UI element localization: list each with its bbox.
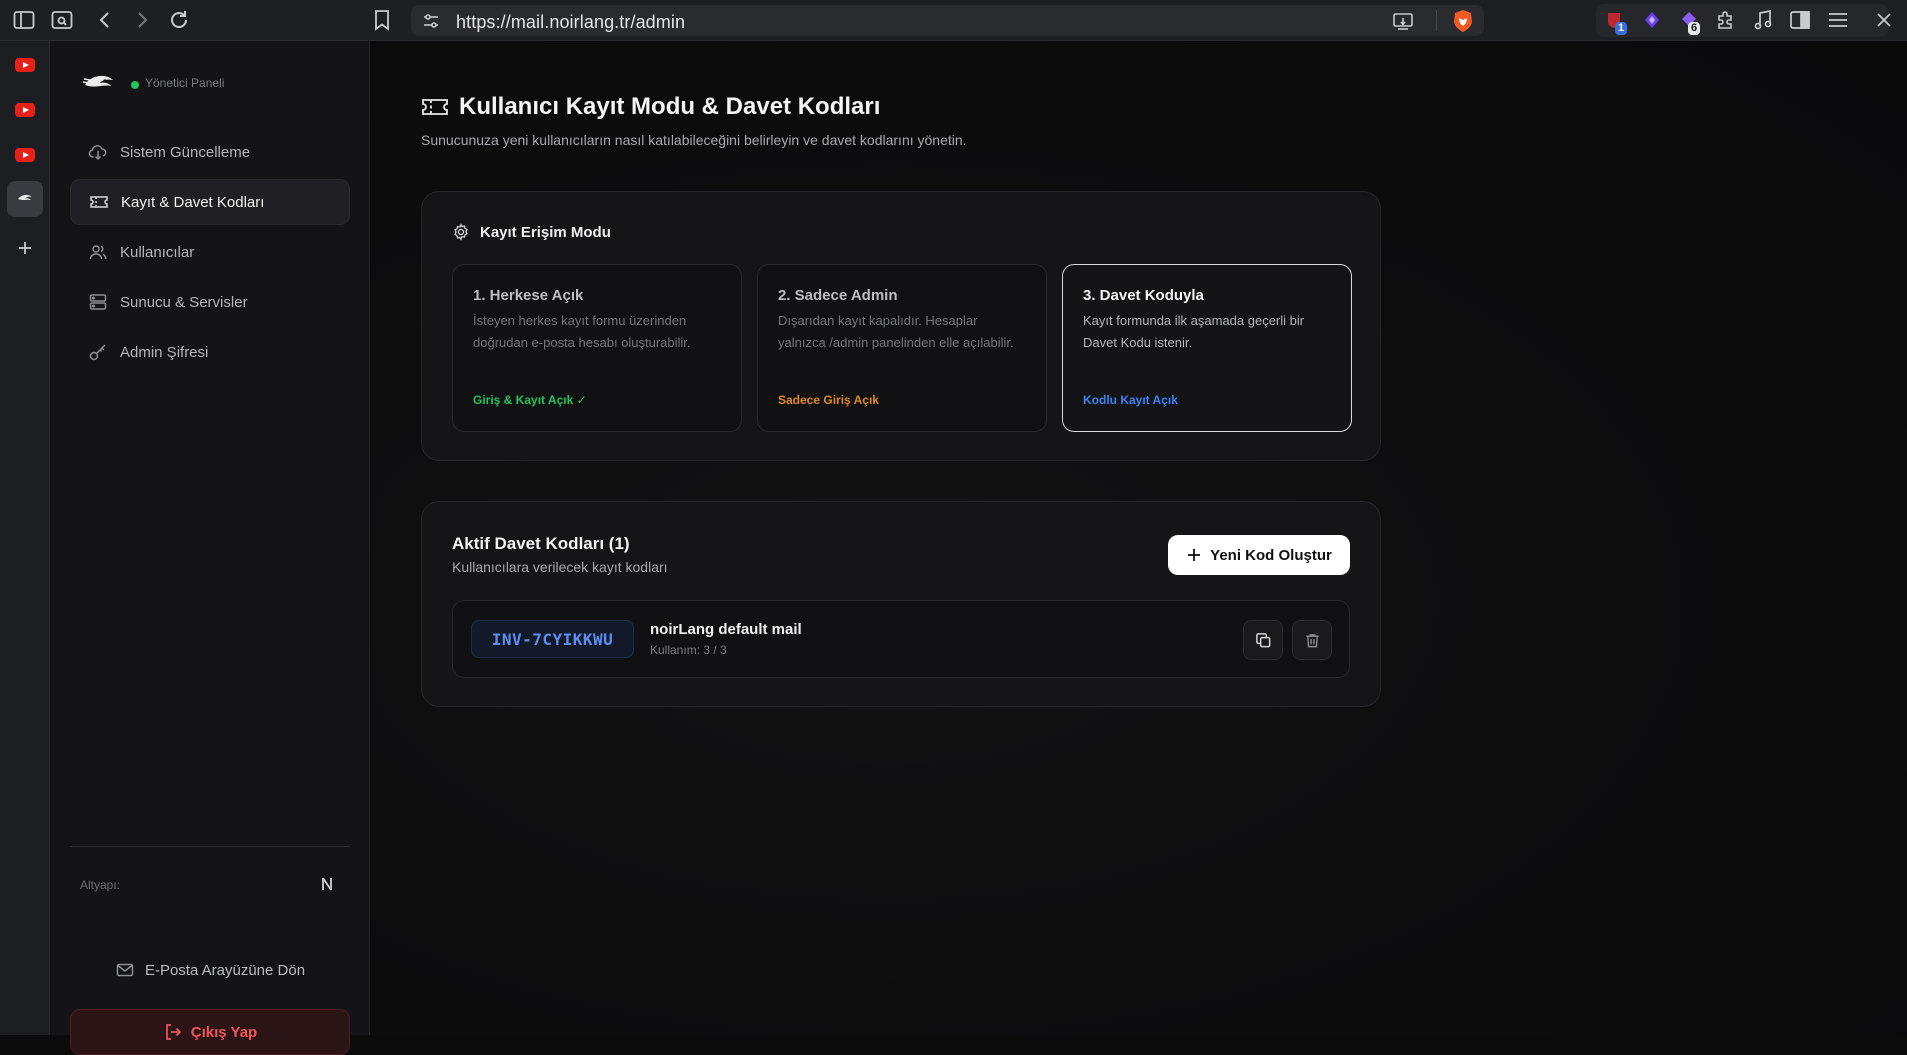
sidebar-item-label: Sistem Güncelleme	[120, 143, 251, 161]
youtube-icon	[15, 58, 35, 72]
youtube-icon	[15, 103, 35, 117]
plus-icon	[1188, 549, 1201, 561]
mode-card-status: Giriş & Kayıt Açık ✓	[473, 393, 587, 407]
delete-code-button[interactable]	[1292, 620, 1332, 660]
sidebar-item-system-update[interactable]: Sistem Güncelleme	[70, 129, 350, 175]
forward-arrow-icon[interactable]	[130, 8, 154, 32]
invite-code-value[interactable]: INV-7CYIKKWU	[471, 620, 634, 658]
key-icon	[89, 344, 106, 361]
sidebar-divider	[70, 846, 350, 847]
logout-label: Çıkış Yap	[190, 1023, 258, 1041]
sidebar-item-label: Sunucu & Servisler	[120, 293, 248, 311]
invite-codes-subtitle: Kullanıcılara verilecek kayıt kodları	[452, 559, 668, 575]
trash-icon	[1305, 633, 1319, 647]
brave-shield-icon[interactable]	[1452, 9, 1474, 33]
mail-icon	[116, 963, 134, 977]
mode-card-description: Dışarıdan kayıt kapalıdır. Hesaplar yaln…	[778, 313, 1014, 350]
registration-mode-panel: Kayıt Erişim Modu 1. Herkese Açık İsteye…	[421, 191, 1381, 461]
mode-card-title: 2. Sadece Admin	[778, 287, 898, 304]
plus-icon	[19, 242, 31, 254]
site-settings-icon[interactable]	[419, 9, 443, 33]
ticket-icon	[422, 99, 448, 115]
panel-status-label: Yönetici Paneli	[145, 76, 225, 90]
extension-badge: 1	[1615, 22, 1628, 35]
browser-toolbar: https://mail.noirlang.tr/admin 1 6	[0, 0, 1907, 41]
invite-codes-panel: Aktif Davet Kodları (1) Kullanıcılara ve…	[421, 501, 1381, 707]
back-to-mail-label: E-Posta Arayüzüne Dön	[144, 961, 306, 979]
mode-section-header: Kayıt Erişim Modu	[452, 223, 611, 241]
close-window-icon[interactable]	[1872, 8, 1896, 32]
copy-icon	[1255, 632, 1270, 647]
extension-badge: 6	[1688, 22, 1701, 35]
page-description: Sunucunuza yeni kullanıcıların nasıl kat…	[421, 132, 967, 148]
rail-youtube-3[interactable]	[7, 137, 43, 173]
back-to-mail-link[interactable]: E-Posta Arayüzüne Dön	[70, 955, 350, 985]
server-icon	[89, 294, 107, 310]
create-code-label: Yeni Kod Oluştur	[1210, 546, 1332, 564]
page-title: Kullanıcı Kayıt Modu & Davet Kodları	[459, 93, 881, 120]
logout-icon	[165, 1024, 181, 1040]
gem-extension-icon[interactable]	[1640, 8, 1664, 32]
url-text[interactable]: https://mail.noirlang.tr/admin	[456, 12, 685, 33]
sidebar-item-servers[interactable]: Sunucu & Servisler	[70, 279, 350, 325]
music-icon[interactable]	[1751, 8, 1775, 32]
mode-section-title: Kayıt Erişim Modu	[480, 223, 611, 241]
youtube-icon	[15, 148, 35, 162]
cast-icon[interactable]	[1391, 9, 1415, 33]
url-divider	[1436, 10, 1437, 31]
create-code-button[interactable]: Yeni Kod Oluştur	[1168, 535, 1350, 575]
sidebar-item-label: Kayıt & Davet Kodları	[121, 193, 265, 211]
sidebar-item-label: Kullanıcılar	[120, 243, 195, 261]
sidebar-item-users[interactable]: Kullanıcılar	[70, 229, 350, 275]
menu-icon[interactable]	[1826, 8, 1850, 32]
sidebar-panel-icon[interactable]	[1788, 8, 1812, 32]
bookmark-icon[interactable]	[370, 8, 394, 32]
copy-code-button[interactable]	[1243, 620, 1283, 660]
infrastructure-logo-icon	[320, 875, 334, 893]
admin-sidebar: Yönetici Paneli Sistem Güncelleme Kayıt …	[50, 41, 370, 1055]
rail-youtube-1[interactable]	[7, 47, 43, 83]
back-arrow-icon[interactable]	[93, 8, 117, 32]
sidebar-toggle-icon[interactable]	[12, 8, 36, 32]
mode-card-public[interactable]: 1. Herkese Açık İsteyen herkes kayıt for…	[452, 264, 742, 432]
rail-youtube-2[interactable]	[7, 92, 43, 128]
mode-card-status: Kodlu Kayıt Açık	[1083, 393, 1178, 407]
infrastructure-label: Altyapı:	[80, 878, 121, 892]
main-content: Kullanıcı Kayıt Modu & Davet Kodları Sun…	[371, 41, 1907, 1035]
tab-search-icon[interactable]	[50, 8, 74, 32]
mode-card-status: Sadece Giriş Açık	[778, 393, 879, 407]
mode-card-invite-code[interactable]: 3. Davet Koduyla Kayıt formunda ilk aşam…	[1062, 264, 1352, 432]
invite-code-usage: Kullanım: 3 / 3	[650, 643, 727, 657]
users-icon	[89, 245, 107, 260]
reload-icon[interactable]	[167, 8, 191, 32]
page-header: Kullanıcı Kayıt Modu & Davet Kodları	[421, 93, 880, 121]
invite-code-name: noirLang default mail	[650, 621, 802, 638]
sidebar-item-registration-codes[interactable]: Kayıt & Davet Kodları	[70, 179, 350, 225]
mode-card-title: 3. Davet Koduyla	[1083, 287, 1204, 304]
rail-add-button[interactable]	[7, 230, 43, 266]
noirlang-logo-icon	[18, 194, 32, 201]
mode-card-description: Kayıt formunda ilk aşamada geçerli bir D…	[1083, 313, 1305, 350]
invite-codes-title: Aktif Davet Kodları (1)	[452, 534, 630, 553]
browser-side-rail	[0, 41, 50, 1035]
sidebar-nav: Sistem Güncelleme Kayıt & Davet Kodları …	[70, 129, 350, 379]
ticket-icon	[90, 196, 108, 208]
mode-card-description: İsteyen herkes kayıt formu üzerinden doğ…	[473, 313, 691, 350]
mode-card-title: 1. Herkese Açık	[473, 287, 584, 304]
cloud-download-icon	[88, 145, 107, 161]
address-bar[interactable]: https://mail.noirlang.tr/admin	[411, 5, 1484, 36]
mode-card-admin-only[interactable]: 2. Sadece Admin Dışarıdan kayıt kapalıdı…	[757, 264, 1047, 432]
online-status-dot	[131, 81, 139, 89]
invite-code-row: INV-7CYIKKWU noirLang default mail Kulla…	[452, 600, 1350, 678]
rail-noirlang[interactable]	[7, 181, 43, 217]
noirlang-logo-icon[interactable]	[82, 71, 116, 97]
sidebar-item-label: Admin Şifresi	[120, 343, 209, 361]
puzzle-extensions-icon[interactable]	[1714, 8, 1738, 32]
gear-icon	[454, 223, 468, 241]
sidebar-item-admin-password[interactable]: Admin Şifresi	[70, 329, 350, 375]
logout-button[interactable]: Çıkış Yap	[70, 1009, 350, 1055]
